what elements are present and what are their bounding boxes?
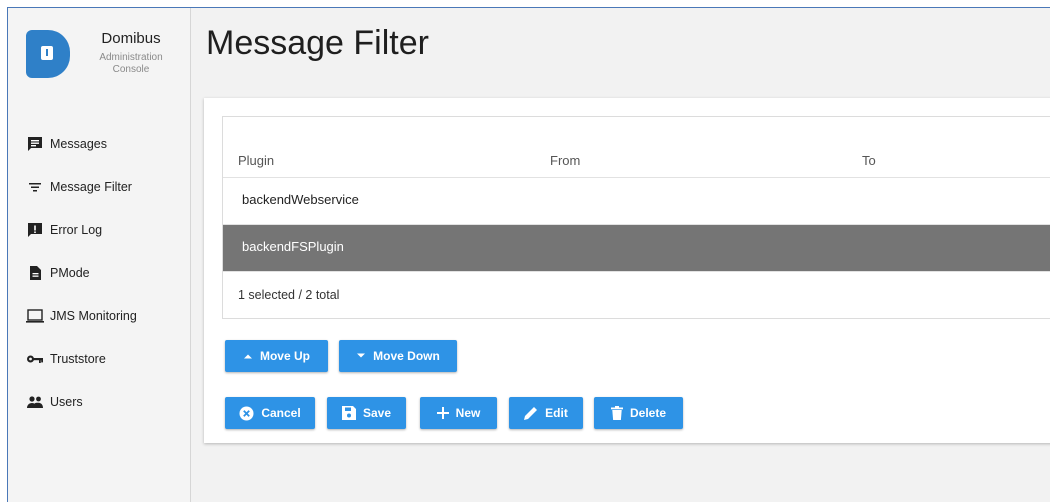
sidebar-item-message-filter[interactable]: Message Filter <box>26 165 186 208</box>
brand-subtitle-line1: Administration <box>99 52 163 63</box>
move-up-label: Move Up <box>259 349 310 363</box>
app-window: Domibus Administration Console Messages … <box>7 7 1050 502</box>
sidebar-item-label: Messages <box>50 136 107 151</box>
table-row-selected[interactable]: backendFSPlugin <box>223 225 1050 272</box>
column-header-plugin[interactable]: Plugin <box>238 153 274 168</box>
new-button[interactable]: New <box>420 397 497 429</box>
edit-button[interactable]: Edit <box>509 397 583 429</box>
sidebar: Domibus Administration Console Messages … <box>8 8 191 502</box>
sidebar-item-messages[interactable]: Messages <box>26 122 186 165</box>
cell-plugin: backendFSPlugin <box>242 239 344 254</box>
cancel-label: Cancel <box>261 406 301 420</box>
table-footer: 1 selected / 2 total <box>223 273 1050 319</box>
page-title: Message Filter <box>206 24 429 62</box>
sidebar-item-label: Users <box>50 394 83 409</box>
key-icon <box>26 351 44 367</box>
document-icon <box>26 265 44 281</box>
trash-icon <box>610 406 623 420</box>
sidebar-item-error-log[interactable]: Error Log <box>26 208 186 251</box>
sidebar-item-jms-monitoring[interactable]: JMS Monitoring <box>26 294 186 337</box>
table-header: Plugin From To <box>223 117 1050 178</box>
users-icon <box>26 394 44 410</box>
new-label: New <box>455 406 481 420</box>
sidebar-item-label: Truststore <box>50 351 106 366</box>
sidebar-item-label: Message Filter <box>50 179 132 194</box>
caret-down-icon <box>356 353 366 359</box>
save-icon <box>341 406 356 420</box>
filter-card: Plugin From To backendWebservice backend… <box>204 98 1050 443</box>
sidebar-item-truststore[interactable]: Truststore <box>26 337 186 380</box>
delete-button[interactable]: Delete <box>594 397 683 429</box>
filter-icon <box>26 179 44 195</box>
plus-icon <box>436 407 449 419</box>
cancel-button[interactable]: Cancel <box>225 397 315 429</box>
domibus-logo-icon <box>26 30 70 78</box>
main-content: Message Filter Plugin From To backendWeb… <box>192 8 1050 502</box>
save-label: Save <box>362 406 392 420</box>
brand-subtitle-line2: Console <box>112 64 150 75</box>
selection-count: 1 selected / 2 total <box>238 288 340 302</box>
sidebar-item-label: JMS Monitoring <box>50 308 137 323</box>
column-header-to[interactable]: To <box>862 153 876 168</box>
pencil-icon <box>524 406 538 420</box>
save-button[interactable]: Save <box>327 397 406 429</box>
move-down-button[interactable]: Move Down <box>339 340 457 372</box>
sidebar-item-pmode[interactable]: PMode <box>26 251 186 294</box>
sidebar-nav: Messages Message Filter Error Log PMode <box>26 122 186 423</box>
brand: Domibus Administration Console <box>26 26 186 86</box>
table-row[interactable]: backendWebservice <box>223 178 1050 225</box>
message-icon <box>26 136 44 152</box>
cell-plugin: backendWebservice <box>242 192 359 207</box>
sidebar-item-users[interactable]: Users <box>26 380 186 423</box>
sidebar-item-label: Error Log <box>50 222 103 237</box>
sidebar-item-label: PMode <box>50 265 90 280</box>
edit-label: Edit <box>545 406 568 420</box>
column-header-from[interactable]: From <box>550 153 580 168</box>
monitor-icon <box>26 308 44 324</box>
delete-label: Delete <box>629 406 667 420</box>
move-up-button[interactable]: Move Up <box>225 340 328 372</box>
brand-title: Domibus <box>101 30 161 47</box>
cancel-icon <box>239 406 254 421</box>
caret-up-icon <box>243 353 253 359</box>
error-log-icon <box>26 222 44 238</box>
move-down-label: Move Down <box>373 349 440 363</box>
brand-subtitle: Administration Console <box>86 52 176 76</box>
message-filter-table: Plugin From To backendWebservice backend… <box>222 116 1050 319</box>
